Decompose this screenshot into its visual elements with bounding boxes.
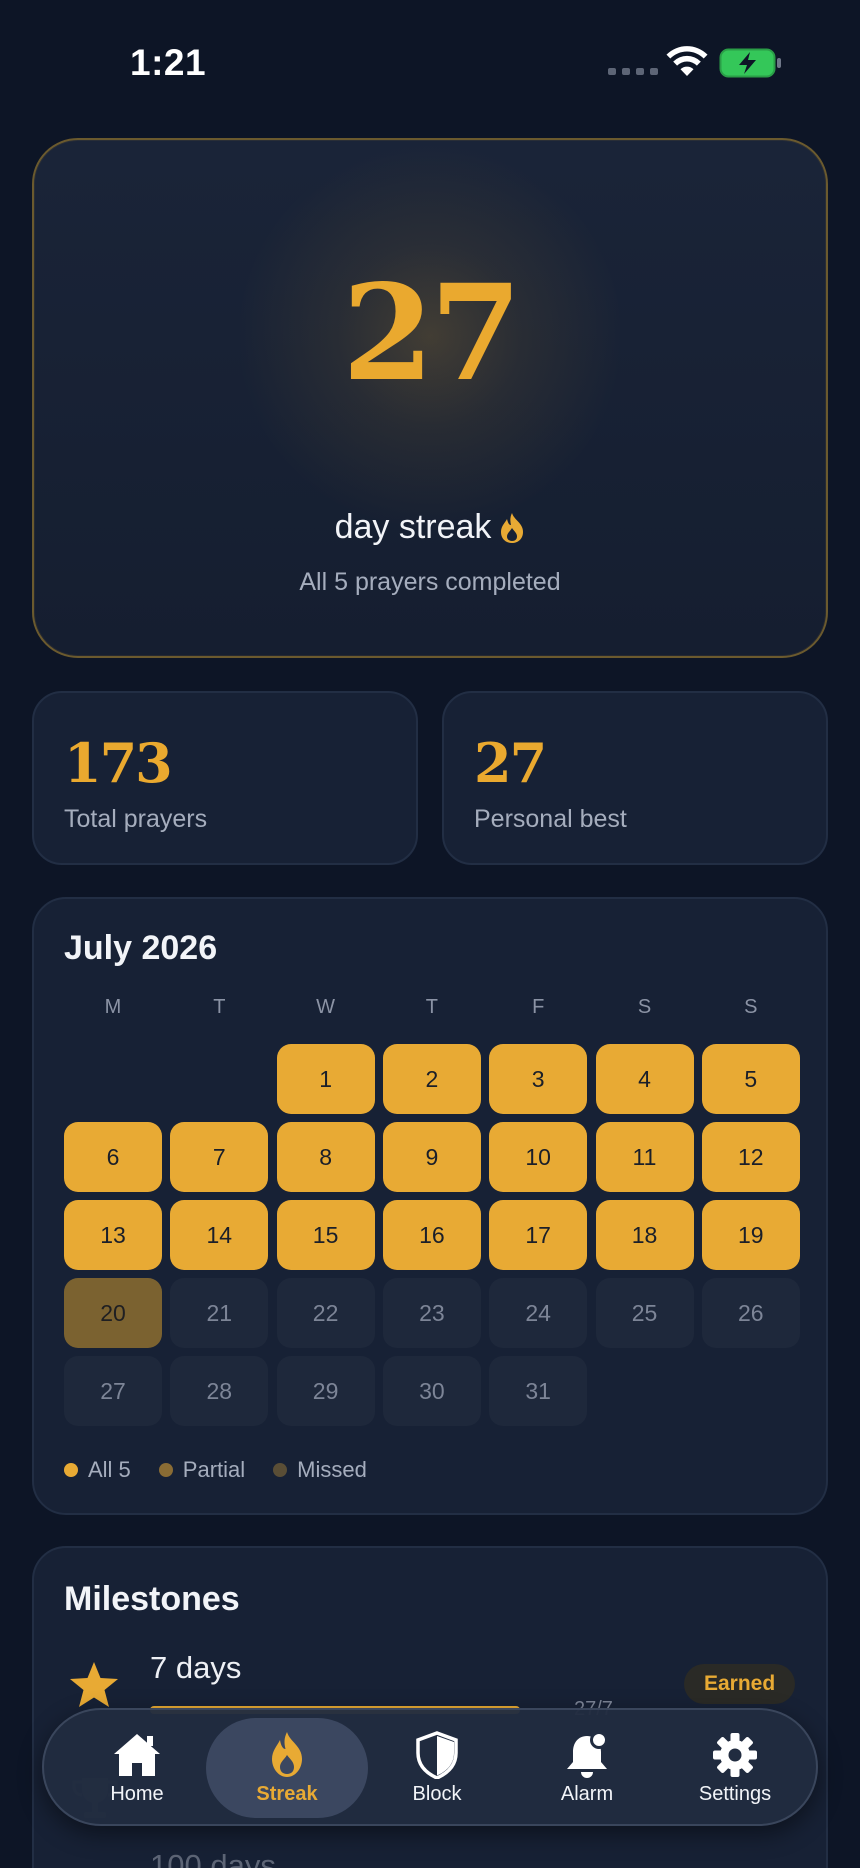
- tab-label: Home: [110, 1782, 164, 1805]
- calendar-day-31[interactable]: 31: [489, 1356, 588, 1426]
- calendar-day-27[interactable]: 27: [64, 1356, 162, 1426]
- tab-alarm[interactable]: Alarm: [506, 1718, 668, 1818]
- legend-label: Missed: [297, 1457, 367, 1482]
- calendar-title: July 2026: [64, 929, 218, 967]
- calendar-day-4[interactable]: 4: [595, 1044, 694, 1114]
- calendar-day-29[interactable]: 29: [276, 1356, 375, 1426]
- calendar-day-14[interactable]: 14: [170, 1200, 269, 1270]
- personal-best-value: 27: [474, 731, 547, 795]
- streak-label-row: day streak: [34, 508, 826, 547]
- shield-icon: [416, 1730, 458, 1779]
- milestone-name: 100 days: [150, 1848, 276, 1868]
- legend-dot: [273, 1463, 288, 1477]
- total-prayers-card: 173 Total prayers: [32, 691, 418, 865]
- calendar-day-9[interactable]: 9: [382, 1122, 481, 1192]
- calendar-card: July 2026 MTWTFSS 1 2 3 4 5 6 7 8 9 10 11 12 13 14 15 1…: [32, 897, 828, 1515]
- weekday-label: S: [637, 996, 652, 1018]
- tab-settings[interactable]: Settings: [654, 1718, 816, 1818]
- weekday-label: T: [425, 996, 438, 1018]
- star-icon: [70, 1662, 118, 1707]
- weekday-header: MTWTFSS: [64, 996, 800, 1026]
- legend-label: Partial: [182, 1457, 246, 1482]
- status-time: 1:21: [130, 42, 207, 83]
- cellular-signal-icon: [608, 68, 658, 75]
- legend-label: All 5: [88, 1457, 131, 1482]
- calendar-day-10[interactable]: 10: [489, 1122, 588, 1192]
- milestone-name: 7 days: [150, 1650, 242, 1685]
- calendar-day-19[interactable]: 19: [701, 1200, 800, 1270]
- calendar-day-28[interactable]: 28: [170, 1356, 269, 1426]
- streak-screen: 1:21 27 day streak All 5 prayers complet…: [0, 0, 860, 1868]
- calendar-day-25[interactable]: 25: [595, 1278, 694, 1348]
- legend-item: All 5: [64, 1457, 131, 1483]
- calendar-day-12[interactable]: 12: [701, 1122, 800, 1192]
- calendar-day-6[interactable]: 6: [64, 1122, 162, 1192]
- tab-bar: Home Streak Block Alarm Settings: [42, 1708, 818, 1826]
- calendar-day-3[interactable]: 3: [489, 1044, 588, 1114]
- weekday-label: F: [532, 996, 545, 1018]
- weekday-label: W: [316, 996, 336, 1018]
- tab-home[interactable]: Home: [56, 1718, 218, 1818]
- total-prayers-value: 173: [64, 731, 173, 795]
- streak-label: day streak: [334, 508, 492, 546]
- calendar-day-20[interactable]: 20: [64, 1278, 162, 1348]
- weekday-label: M: [104, 996, 122, 1018]
- legend-dot: [158, 1463, 173, 1477]
- gear-icon: [713, 1732, 757, 1777]
- calendar-day-8[interactable]: 8: [276, 1122, 375, 1192]
- calendar-day-30[interactable]: 30: [382, 1356, 481, 1426]
- calendar-day-16[interactable]: 16: [382, 1200, 481, 1270]
- calendar-legend: All 5 Partial Missed: [64, 1457, 395, 1483]
- battery-charging-icon: [719, 48, 781, 78]
- weekday-label: T: [213, 996, 226, 1018]
- calendar-day-24[interactable]: 24: [489, 1278, 588, 1348]
- legend-item: Partial: [158, 1457, 246, 1483]
- calendar-day-17[interactable]: 17: [489, 1200, 588, 1270]
- tab-label: Settings: [698, 1782, 772, 1805]
- legend-item: Missed: [273, 1457, 367, 1483]
- calendar-day-18[interactable]: 18: [595, 1200, 694, 1270]
- wifi-icon: [666, 46, 708, 76]
- streak-card: 27 day streak All 5 prayers completed: [32, 138, 828, 658]
- flame-icon: [272, 1731, 302, 1777]
- home-icon: [114, 1733, 160, 1776]
- bell-icon: [567, 1730, 608, 1778]
- calendar-day-2[interactable]: 2: [382, 1044, 481, 1114]
- calendar-day-23[interactable]: 23: [382, 1278, 481, 1348]
- calendar-day-22[interactable]: 22: [276, 1278, 375, 1348]
- calendar-day-21[interactable]: 21: [170, 1278, 269, 1348]
- tab-streak[interactable]: Streak: [206, 1718, 368, 1818]
- calendar-day-15[interactable]: 15: [276, 1200, 375, 1270]
- total-prayers-label: Total prayers: [64, 805, 208, 833]
- tab-label: Streak: [256, 1782, 318, 1805]
- status-bar: 1:21: [0, 0, 860, 120]
- streak-subtitle: All 5 prayers completed: [299, 568, 561, 596]
- flame-icon: [501, 512, 524, 543]
- personal-best-card: 27 Personal best: [442, 691, 828, 865]
- calendar-day-13[interactable]: 13: [64, 1200, 162, 1270]
- calendar-day-1[interactable]: 1: [276, 1044, 375, 1114]
- calendar-day-5[interactable]: 5: [701, 1044, 800, 1114]
- legend-dot: [64, 1463, 78, 1477]
- weekday-label: S: [744, 996, 758, 1018]
- tab-label: Alarm: [560, 1782, 614, 1805]
- streak-count: 27: [342, 256, 522, 411]
- calendar-day-11[interactable]: 11: [595, 1122, 694, 1192]
- milestones-title: Milestones: [64, 1580, 240, 1618]
- calendar-day-26[interactable]: 26: [701, 1278, 800, 1348]
- calendar-day-7[interactable]: 7: [170, 1122, 269, 1192]
- tab-label: Block: [412, 1782, 462, 1805]
- earned-badge: Earned: [684, 1664, 796, 1704]
- tab-block[interactable]: Block: [356, 1718, 518, 1818]
- personal-best-label: Personal best: [474, 805, 627, 833]
